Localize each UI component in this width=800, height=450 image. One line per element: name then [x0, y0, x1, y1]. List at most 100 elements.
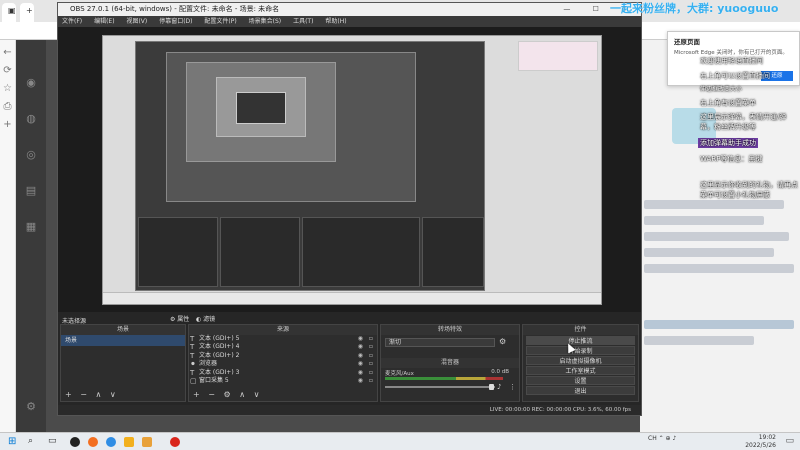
app-taskbar-icon[interactable] — [170, 437, 180, 447]
watermark: 一起来粉丝牌，大群: yuooguuo — [610, 2, 779, 15]
lock-icon: ▫ — [368, 351, 373, 359]
lock-icon: ▫ — [368, 343, 373, 351]
refresh-icon[interactable]: ⟳ — [3, 65, 12, 76]
captured-dock — [138, 217, 218, 287]
nav-item[interactable]: ◎ — [16, 148, 46, 161]
search-icon[interactable]: ⌕ — [28, 436, 33, 446]
transitions-title: 转场特效 — [381, 325, 519, 335]
filters-button[interactable]: ◐ 滤镜 — [196, 314, 215, 323]
menu-help[interactable]: 帮助(H) — [325, 18, 346, 25]
lock-icon: ▫ — [368, 335, 373, 342]
windows-start-icon[interactable]: ⊞ — [8, 436, 16, 447]
mixer-meter — [385, 377, 503, 383]
menu-view[interactable]: 视图(V) — [126, 18, 147, 25]
obs-preview[interactable] — [58, 27, 641, 312]
scenes-dock: 场景 场景 + − ∧ ∨ — [60, 324, 186, 402]
sources-dock-title: 来源 — [189, 325, 377, 335]
sources-dock: 来源 T 文本 (GDI+) 5 ◉ ▫ T 文本 (GDI+) 4 ◉ ▫ T 文本 (GD… — [188, 324, 378, 402]
menu-tools[interactable]: 工具(T) — [293, 18, 313, 25]
captured-screen — [102, 35, 602, 305]
text-icon: T — [190, 368, 195, 377]
lock-icon: ▫ — [368, 376, 373, 384]
mixer-channel-name: 麦克风/Aux — [385, 371, 414, 377]
popup-title: 还原页面 — [674, 38, 700, 46]
browser-icon: ⚫ — [190, 360, 196, 369]
scenes-dock-title: 场景 — [61, 325, 185, 335]
nav-item[interactable]: ⚙ — [16, 400, 46, 413]
controls-title: 控件 — [523, 325, 638, 335]
recursive-capture — [135, 41, 485, 291]
annotation-highlight: 添加弹幕助手成功 — [698, 138, 758, 148]
explorer-taskbar-icon[interactable] — [124, 437, 134, 447]
annotation: 右上角可以设置直播间 — [700, 72, 770, 80]
eye-icon: ◉ — [357, 376, 363, 384]
menu-scene-collection[interactable]: 场景集合(S) — [249, 18, 282, 25]
captured-dock — [422, 217, 484, 287]
taskbar-clock[interactable]: 19:02 2022/5/26 — [745, 434, 776, 449]
system-tray[interactable]: CH ⌃ ⊕ ♪ — [648, 435, 676, 442]
source-controls[interactable]: + − ⚙ ∧ ∨ — [193, 390, 262, 399]
add-icon[interactable]: + — [3, 119, 12, 130]
stop-streaming-button[interactable]: 停止推流 — [526, 336, 635, 345]
edge-taskbar-icon[interactable] — [106, 437, 116, 447]
chat-message — [644, 232, 789, 241]
window-icon: ▢ — [190, 376, 197, 385]
menu-edit[interactable]: 编辑(E) — [94, 18, 114, 25]
source-item[interactable]: T 文本 (GDI+) 4 ◉ ▫ — [189, 343, 377, 351]
obs-taskbar-icon[interactable] — [70, 437, 80, 447]
bookmark-icon[interactable]: ⎙ — [3, 101, 12, 112]
new-tab-button[interactable]: + — [20, 3, 34, 22]
eye-icon: ◉ — [357, 360, 363, 368]
annotation: 伸边框改变大小 — [700, 86, 743, 93]
source-item[interactable]: T 文本 (GDI+) 3 ◉ ▫ — [189, 369, 377, 377]
properties-button[interactable]: ⚙ 属性 — [170, 314, 189, 323]
nav-item[interactable]: ▦ — [16, 220, 46, 233]
scene-controls[interactable]: + − ∧ ∨ — [65, 390, 119, 399]
controls-dock: 控件 停止推流 开始录制 启动虚拟摄像机 工作室模式 设置 退出 — [522, 324, 639, 402]
annotation: 这里显示你收到的礼物，请再点菜单可设置小礼物屏蔽 — [700, 181, 798, 199]
volume-slider[interactable] — [385, 384, 503, 390]
menu-docks[interactable]: 停靠窗口(D) — [159, 18, 192, 25]
task-view-icon[interactable]: ▭ — [48, 436, 57, 446]
settings-button[interactable]: 设置 — [526, 376, 635, 385]
notification-icon[interactable]: ▭ — [785, 436, 794, 446]
speaker-icon[interactable]: ♪ — [497, 383, 501, 391]
annotation: WARP等信息：黑键 — [700, 155, 763, 163]
text-icon: T — [190, 351, 195, 360]
source-toolbar: 未选择源 ⚙ 属性 ◐ 滤镜 — [58, 312, 641, 325]
source-item[interactable]: T 文本 (GDI+) 2 ◉ ▫ — [189, 352, 377, 360]
source-item[interactable]: ▢ 窗口采集 5 ◉ ▫ — [189, 377, 377, 385]
transition-settings-icon[interactable]: ⚙ — [499, 337, 506, 346]
app-taskbar-icon[interactable] — [142, 437, 152, 447]
back-icon[interactable]: ← — [3, 47, 12, 58]
transition-select[interactable]: 渐切 — [385, 338, 495, 347]
eye-icon: ◉ — [357, 335, 363, 342]
annotation: 欢迎使用轻语直播间 — [700, 57, 763, 65]
menu-profile[interactable]: 配置文件(P) — [204, 18, 236, 25]
obs-window-title: OBS 27.0.1 (64-bit, windows) - 配置文件: 未命名… — [70, 5, 280, 13]
annotation: 右上角有设置菜单 — [700, 99, 756, 107]
start-recording-button[interactable]: 开始录制 — [526, 346, 635, 355]
lock-icon: ▫ — [368, 360, 373, 368]
mixer-settings-icon[interactable]: ⋮ — [509, 383, 516, 391]
chat-message — [644, 248, 774, 257]
virtual-camera-button[interactable]: 启动虚拟摄像机 — [526, 356, 635, 365]
obs-menubar: 文件(F) 编辑(E) 视图(V) 停靠窗口(D) 配置文件(P) 场景集合(S… — [58, 16, 641, 27]
nav-item[interactable]: ◉ — [16, 76, 46, 89]
eye-icon: ◉ — [357, 368, 363, 376]
scene-item[interactable]: 场景 — [61, 335, 185, 346]
firefox-taskbar-icon[interactable] — [88, 437, 98, 447]
nav-item[interactable]: ◍ — [16, 112, 46, 125]
studio-mode-button[interactable]: 工作室模式 — [526, 366, 635, 375]
exit-button[interactable]: 退出 — [526, 386, 635, 395]
chat-message — [644, 320, 794, 329]
captured-taskbar — [103, 292, 601, 304]
tab-actions-icon[interactable]: ▣ — [2, 3, 16, 22]
menu-file[interactable]: 文件(F) — [62, 18, 82, 25]
eye-icon: ◉ — [357, 343, 363, 351]
stream-site-nav: ◉ ◍ ◎ ▤ ▦ ⚙ — [16, 40, 46, 432]
star-icon[interactable]: ☆ — [3, 83, 12, 94]
source-item[interactable]: ⚫ 浏览器 ◉ ▫ — [189, 360, 377, 368]
text-icon: T — [190, 335, 195, 343]
nav-item[interactable]: ▤ — [16, 184, 46, 197]
